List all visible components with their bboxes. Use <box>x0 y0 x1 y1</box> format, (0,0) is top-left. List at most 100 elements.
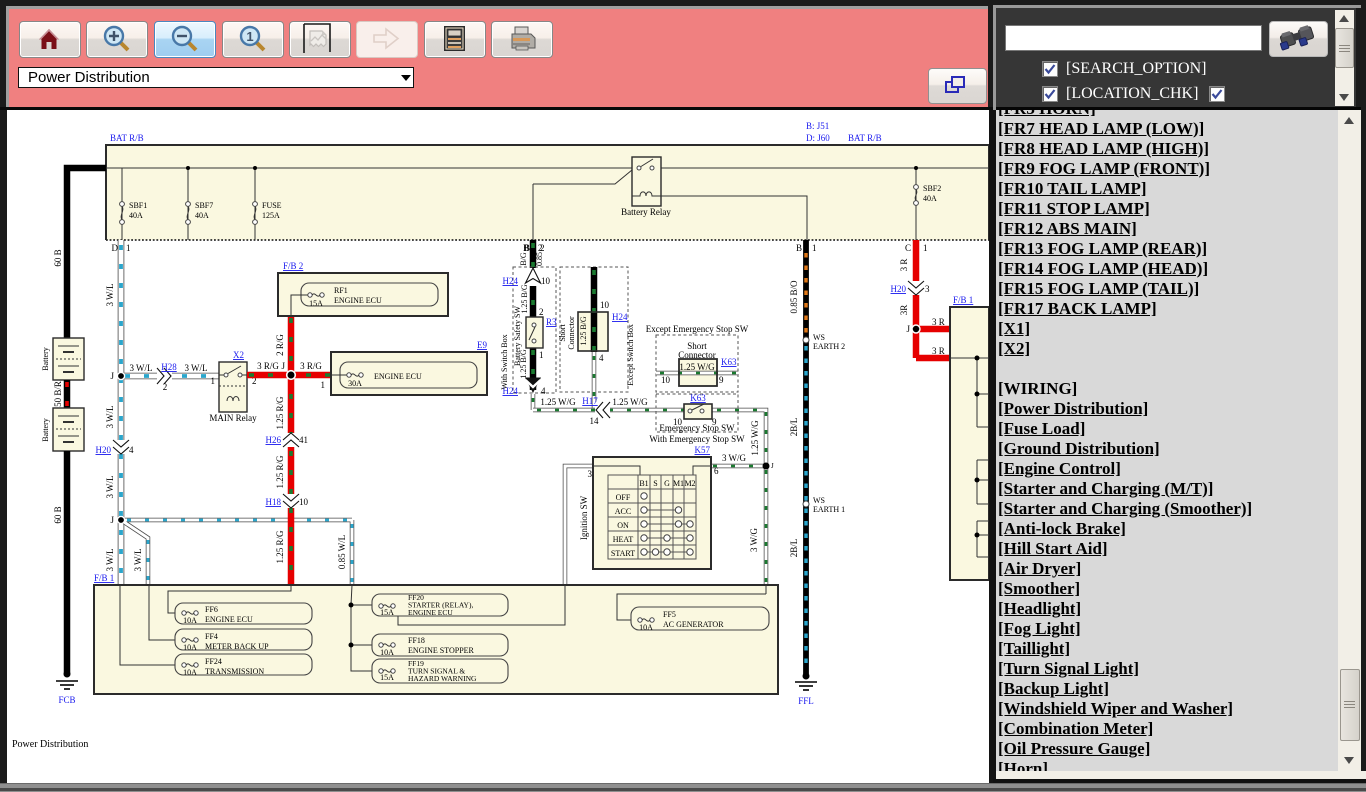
svg-text:2: 2 <box>539 307 544 317</box>
svg-text:B: B <box>796 243 802 253</box>
svg-text:K63: K63 <box>690 393 706 403</box>
svg-text:HEAT: HEAT <box>613 535 634 544</box>
svg-text:Power Distribution: Power Distribution <box>12 739 88 750</box>
svg-text:C: C <box>905 243 911 253</box>
svg-text:S: S <box>653 479 657 488</box>
svg-text:4: 4 <box>129 445 134 455</box>
svg-text:10A: 10A <box>380 648 394 657</box>
svg-text:3: 3 <box>925 284 930 294</box>
svg-text:FCB: FCB <box>58 695 75 705</box>
svg-text:0.85 B/O: 0.85 B/O <box>789 280 799 314</box>
svg-text:40A: 40A <box>195 211 209 220</box>
svg-text:ON: ON <box>617 521 629 530</box>
svg-text:10: 10 <box>299 497 309 507</box>
svg-text:3 W/L: 3 W/L <box>105 475 115 498</box>
svg-text:F/B 1: F/B 1 <box>94 573 114 583</box>
svg-text:40A: 40A <box>129 211 143 220</box>
svg-text:Except Emergency Stop SW: Except Emergency Stop SW <box>646 324 749 334</box>
svg-text:Battery Safety SW: Battery Safety SW <box>513 306 522 366</box>
svg-text:15A: 15A <box>380 608 394 617</box>
svg-text:METER BACK UP: METER BACK UP <box>205 642 269 651</box>
svg-text:ENGINE ECU: ENGINE ECU <box>374 372 422 381</box>
svg-text:1.25 W/G: 1.25 W/G <box>612 397 648 407</box>
svg-text:EARTH 1: EARTH 1 <box>813 505 845 514</box>
svg-text:R3: R3 <box>546 317 557 327</box>
svg-text:RF1: RF1 <box>334 286 348 295</box>
svg-text:15A: 15A <box>309 299 323 308</box>
svg-text:1.25 W/G: 1.25 W/G <box>540 397 576 407</box>
svg-text:0.85: 0.85 <box>535 252 544 266</box>
svg-text:125A: 125A <box>262 211 280 220</box>
svg-text:K57: K57 <box>695 445 711 455</box>
svg-text:41: 41 <box>299 435 308 445</box>
svg-text:SBF2: SBF2 <box>923 184 941 193</box>
svg-text:3 W/L: 3 W/L <box>105 548 115 571</box>
svg-text:3 R: 3 R <box>932 317 945 327</box>
svg-text:3 W/L: 3 W/L <box>129 363 152 373</box>
svg-text:ENGINE ECU: ENGINE ECU <box>334 296 382 305</box>
svg-text:B: J51: B: J51 <box>806 121 829 131</box>
svg-text:10A: 10A <box>183 643 197 652</box>
svg-text:ENGINE ECU: ENGINE ECU <box>205 615 253 624</box>
svg-text:9: 9 <box>719 375 724 385</box>
svg-text:EARTH 2: EARTH 2 <box>813 342 845 351</box>
svg-text:ENGINE STOPPER: ENGINE STOPPER <box>408 646 475 655</box>
svg-text:ENGINE ECU: ENGINE ECU <box>408 608 453 617</box>
svg-text:H28: H28 <box>161 362 177 372</box>
svg-text:10A: 10A <box>639 623 653 632</box>
svg-text:Except Switch Box: Except Switch Box <box>626 324 635 386</box>
svg-text:Short: Short <box>558 324 567 342</box>
svg-text:15A: 15A <box>380 673 394 682</box>
svg-text:0.85 W/L: 0.85 W/L <box>337 535 347 569</box>
svg-text:3 W/G: 3 W/G <box>749 527 759 552</box>
svg-text:2: 2 <box>163 382 168 392</box>
svg-text:OFF: OFF <box>616 493 631 502</box>
svg-text:3: 3 <box>588 469 593 479</box>
svg-text:3 R/G: 3 R/G <box>257 361 279 371</box>
svg-text:3 R: 3 R <box>899 259 909 272</box>
svg-text:1.25 B/G: 1.25 B/G <box>579 316 588 346</box>
svg-text:H18: H18 <box>266 497 282 507</box>
svg-text:FF4: FF4 <box>205 632 218 641</box>
svg-text:Battery Relay: Battery Relay <box>621 207 671 217</box>
svg-text:3 W/L: 3 W/L <box>184 363 207 373</box>
svg-text:J: J <box>110 515 114 525</box>
svg-text:FUSE: FUSE <box>262 201 282 210</box>
svg-text:2: 2 <box>538 243 543 253</box>
svg-text:FF6: FF6 <box>205 605 218 614</box>
svg-text:H24: H24 <box>612 312 628 322</box>
svg-text:40A: 40A <box>923 194 937 203</box>
svg-text:30A: 30A <box>348 379 362 388</box>
svg-text:1.25 R/G: 1.25 R/G <box>275 530 285 564</box>
svg-text:FFL: FFL <box>798 696 814 706</box>
svg-text:WS: WS <box>813 496 825 505</box>
svg-text:1: 1 <box>246 29 253 44</box>
svg-text:Emergency Stop SW: Emergency Stop SW <box>659 423 735 433</box>
svg-text:H20: H20 <box>96 445 112 455</box>
svg-text:60 B: 60 B <box>53 249 63 266</box>
svg-text:E9: E9 <box>477 340 487 350</box>
svg-text:1: 1 <box>126 243 131 253</box>
svg-text:1: 1 <box>539 350 544 360</box>
svg-text:3R: 3R <box>899 305 909 316</box>
svg-text:H24: H24 <box>503 276 519 286</box>
svg-text:1: 1 <box>923 243 928 253</box>
svg-text:Connector: Connector <box>567 316 576 350</box>
svg-text:BAT R/B: BAT R/B <box>848 133 882 143</box>
svg-text:FF5: FF5 <box>663 610 676 619</box>
svg-text:HAZARD WARNING: HAZARD WARNING <box>408 674 477 683</box>
svg-text:MAIN Relay: MAIN Relay <box>209 413 257 423</box>
svg-text:With Emergency Stop SW: With Emergency Stop SW <box>649 434 745 444</box>
svg-text:START: START <box>611 549 635 558</box>
svg-text:3 R/G: 3 R/G <box>300 361 322 371</box>
svg-text:FF18: FF18 <box>408 636 425 645</box>
svg-text:BAT R/B: BAT R/B <box>110 133 144 143</box>
svg-text:H26: H26 <box>266 435 282 445</box>
svg-text:F/B 1: F/B 1 <box>953 295 973 305</box>
svg-text:10A: 10A <box>183 668 197 677</box>
svg-text:4: 4 <box>599 353 604 363</box>
svg-text:10A: 10A <box>183 616 197 625</box>
svg-text:Ignition SW: Ignition SW <box>579 495 589 540</box>
svg-text:1.25 R/G: 1.25 R/G <box>275 455 285 489</box>
svg-text:4: 4 <box>541 386 546 396</box>
